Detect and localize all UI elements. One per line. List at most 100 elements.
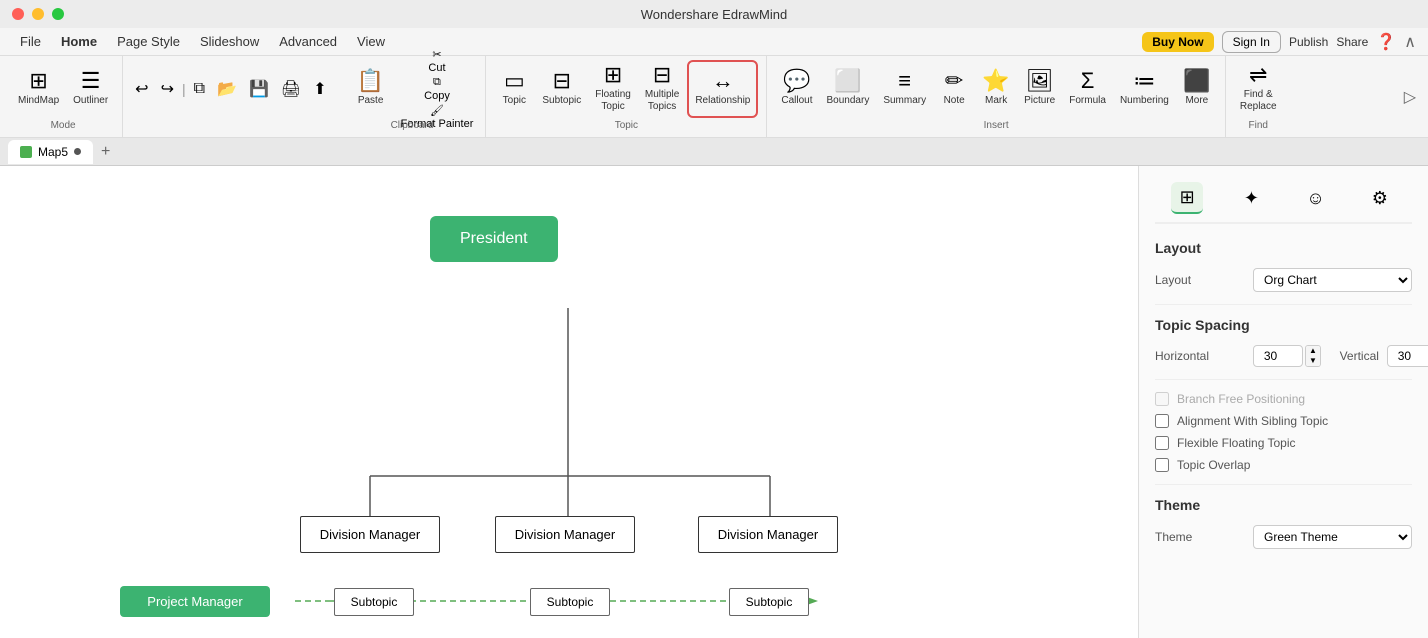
mode-section: ⊞ MindMap ☰ Outliner Mode [4, 56, 123, 137]
floating-topic-label: FloatingTopic [595, 89, 631, 113]
export-button[interactable]: ⬆ [309, 75, 330, 103]
multiple-topics-button[interactable]: ⊟ MultipleTopics [639, 60, 685, 118]
title-bar: Wondershare EdrawMind [0, 0, 1428, 28]
horizontal-up[interactable]: ▲ [1306, 346, 1320, 356]
tab-map5-icon [20, 146, 32, 158]
manager3-label: Division Manager [718, 527, 818, 542]
project1-node[interactable]: Project Manager [120, 586, 270, 617]
alignment-label: Alignment With Sibling Topic [1177, 414, 1328, 428]
divider-2 [1155, 379, 1412, 380]
help-icon[interactable]: ❓ [1376, 32, 1396, 52]
horizontal-input[interactable] [1253, 345, 1303, 367]
insert-section: 💬 Callout ⬜ Boundary ≡ Summary ✏ Note ⭐ … [767, 56, 1225, 137]
formula-icon: Σ [1081, 70, 1095, 92]
sign-in-button[interactable]: Sign In [1222, 31, 1281, 53]
undo-button[interactable]: ↩ [131, 75, 152, 103]
collapse-panel-button[interactable]: ▷ [1404, 87, 1416, 107]
menu-advanced[interactable]: Advanced [271, 32, 345, 51]
floating-topic-button[interactable]: ⊞ FloatingTopic [589, 60, 637, 118]
close-button[interactable] [12, 8, 24, 20]
flexible-label: Flexible Floating Topic [1177, 436, 1296, 450]
panel-tab-settings[interactable]: ⚙ [1364, 182, 1396, 214]
topic-overlap-row: Topic Overlap [1155, 458, 1412, 472]
callout-button[interactable]: 💬 Callout [775, 60, 818, 118]
outliner-button[interactable]: ☰ Outliner [67, 60, 114, 118]
menu-file[interactable]: File [12, 32, 49, 51]
save-button[interactable]: 💾 [245, 75, 273, 103]
theme-select[interactable]: Green Theme Blue Theme [1253, 525, 1412, 549]
minimize-button[interactable] [32, 8, 44, 20]
menu-home[interactable]: Home [53, 32, 105, 51]
panel-tab-magic[interactable]: ✦ [1235, 182, 1267, 214]
paste-icon: 📋 [357, 70, 384, 92]
manager2-node[interactable]: Division Manager [495, 516, 635, 553]
branch-free-row: Branch Free Positioning [1155, 392, 1412, 406]
mark-button[interactable]: ⭐ Mark [976, 60, 1016, 118]
tab-unsaved-dot [74, 148, 81, 155]
mindmap-label: MindMap [18, 95, 59, 107]
new-tab-button[interactable]: + [97, 143, 114, 161]
copy-button[interactable]: ⧉ Copy [397, 76, 478, 102]
note-label: Note [944, 95, 965, 107]
formula-button[interactable]: Σ Formula [1063, 60, 1112, 118]
topic-label: Topic [503, 95, 526, 107]
paste-button[interactable]: 📋 Paste [347, 60, 395, 118]
boundary-icon: ⬜ [834, 70, 861, 92]
multiple-topics-icon: ⊟ [653, 64, 671, 86]
subtopic-1-3[interactable]: Subtopic [729, 588, 809, 616]
relationship-button[interactable]: ↔ Relationship [687, 60, 758, 118]
horizontal-down[interactable]: ▼ [1306, 356, 1320, 366]
manager1-node[interactable]: Division Manager [300, 516, 440, 553]
vertical-input[interactable] [1387, 345, 1428, 367]
subtopic-1-1[interactable]: Subtopic [334, 588, 414, 616]
buy-now-button[interactable]: Buy Now [1142, 32, 1213, 52]
subtopic-1-2[interactable]: Subtopic [530, 588, 610, 616]
find-replace-icon: ⇌ [1249, 64, 1267, 86]
open-folder-button[interactable]: 📂 [213, 75, 241, 103]
topic-overlap-label: Topic Overlap [1177, 458, 1250, 472]
duplicate-button[interactable]: ⧉ [190, 76, 209, 102]
divider-1 [1155, 304, 1412, 305]
picture-icon: 🖼 [1026, 70, 1054, 92]
numbering-button[interactable]: ≔ Numbering [1114, 60, 1175, 118]
topic-section: ▭ Topic ⊟ Subtopic ⊞ FloatingTopic ⊟ Mul… [486, 56, 767, 137]
alignment-checkbox[interactable] [1155, 414, 1169, 428]
mindmap-button[interactable]: ⊞ MindMap [12, 60, 65, 118]
flexible-checkbox[interactable] [1155, 436, 1169, 450]
spacing-row: Horizontal ▲ ▼ Vertical ▲ ▼ [1155, 345, 1412, 367]
find-replace-button[interactable]: ⇌ Find &Replace [1234, 60, 1283, 118]
summary-button[interactable]: ≡ Summary [877, 60, 932, 118]
theme-row: Theme Green Theme Blue Theme [1155, 525, 1412, 549]
publish-button[interactable]: Publish [1289, 35, 1328, 49]
picture-button[interactable]: 🖼 Picture [1018, 60, 1061, 118]
subtopic-button[interactable]: ⊟ Subtopic [536, 60, 587, 118]
more-button[interactable]: ⬛ More [1177, 60, 1217, 118]
manager3-node[interactable]: Division Manager [698, 516, 838, 553]
main-area: President Division Manager Division Mana… [0, 166, 1428, 638]
expand-icon[interactable]: ∧ [1404, 32, 1416, 52]
redo-button[interactable]: ↪ [157, 75, 178, 103]
topic-button[interactable]: ▭ Topic [494, 60, 534, 118]
tab-map5[interactable]: Map5 [8, 140, 93, 164]
relationship-icon: ↔ [712, 70, 734, 92]
menu-page-style[interactable]: Page Style [109, 32, 188, 51]
panel-tab-emoji[interactable]: ☺ [1300, 182, 1332, 214]
president-node[interactable]: President [430, 216, 558, 262]
horizontal-stepper[interactable]: ▲ ▼ [1305, 345, 1321, 367]
panel-tab-layout[interactable]: ⊞ [1171, 182, 1203, 214]
canvas[interactable]: President Division Manager Division Mana… [0, 166, 1138, 638]
menu-slideshow[interactable]: Slideshow [192, 32, 267, 51]
mark-label: Mark [985, 95, 1007, 107]
share-button[interactable]: Share [1336, 35, 1368, 49]
boundary-button[interactable]: ⬜ Boundary [821, 60, 876, 118]
right-panel: ⊞ ✦ ☺ ⚙ Layout Layout Org Chart Mind Map… [1138, 166, 1428, 638]
menu-view[interactable]: View [349, 32, 393, 51]
branch-free-checkbox[interactable] [1155, 392, 1169, 406]
topic-overlap-checkbox[interactable] [1155, 458, 1169, 472]
maximize-button[interactable] [52, 8, 64, 20]
note-button[interactable]: ✏ Note [934, 60, 974, 118]
flexible-row: Flexible Floating Topic [1155, 436, 1412, 450]
layout-select[interactable]: Org Chart Mind Map [1253, 268, 1412, 292]
print-button[interactable]: 🖨 [277, 75, 305, 103]
cut-button[interactable]: ✂ Cut [397, 48, 478, 74]
